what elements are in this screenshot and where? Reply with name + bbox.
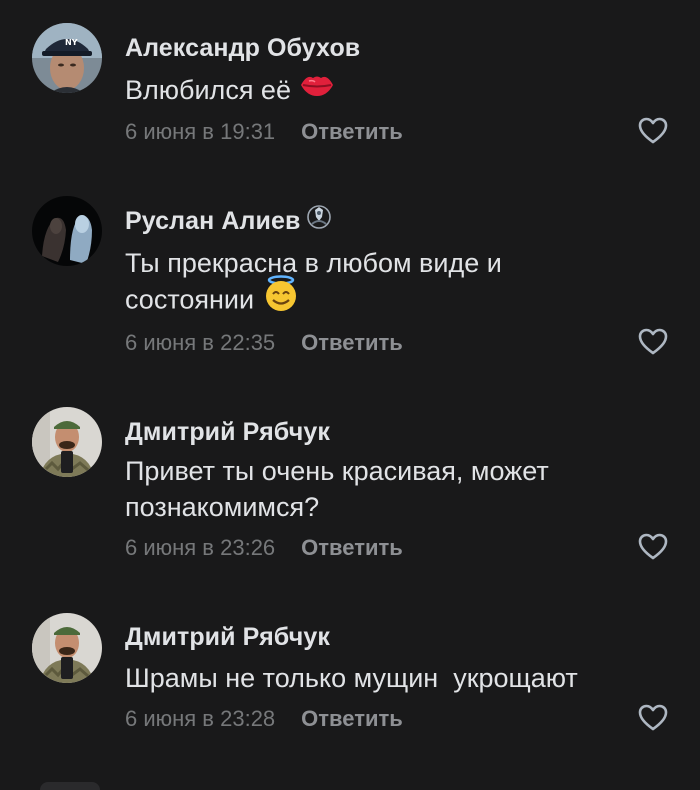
reply-button[interactable]: Ответить xyxy=(301,330,403,355)
smiling-face-with-halo-icon xyxy=(262,275,300,322)
donut-badge-icon xyxy=(306,204,332,237)
author-name[interactable]: Руслан Алиев xyxy=(125,207,300,235)
svg-text:NY: NY xyxy=(65,38,78,47)
lips-emoji-icon xyxy=(299,71,335,107)
comment-text-line: Привет ты очень красивая, может xyxy=(125,456,549,486)
comment-text-line: Шрамы не только мущин укрощают xyxy=(125,663,578,693)
avatar[interactable] xyxy=(32,407,102,477)
comment-author[interactable]: Дмитрий Рябчук xyxy=(125,623,330,652)
like-heart-icon[interactable] xyxy=(638,117,668,145)
comment-text-line-2: состоянии xyxy=(125,275,645,322)
comment-text: Влюбился её xyxy=(125,72,645,108)
comment-date: 6 июня в 23:28 xyxy=(125,706,276,731)
comment-date: 6 июня в 23:26 xyxy=(125,535,276,560)
comment-meta: 6 июня в 19:31 Ответить xyxy=(125,119,403,145)
avatar[interactable] xyxy=(32,196,102,266)
comment-text-fragment: состоянии xyxy=(125,284,255,315)
like-heart-icon[interactable] xyxy=(638,533,668,561)
comment-author: Руслан Алиев xyxy=(125,204,332,237)
comment-text-line: Ты прекрасна в любом виде и xyxy=(125,248,502,278)
comment-meta: 6 июня в 23:26 Ответить xyxy=(125,535,403,561)
comment-text-line: Влюбился её xyxy=(125,75,291,105)
comment-meta: 6 июня в 23:28 Ответить xyxy=(125,706,403,732)
comment-date: 6 июня в 19:31 xyxy=(125,119,276,144)
next-comment-avatar-partial xyxy=(40,782,100,790)
comment-author[interactable]: Александр Обухов xyxy=(125,34,360,63)
comment-text: Ты прекрасна в любом виде и состоянии xyxy=(125,245,645,322)
avatar[interactable]: NY xyxy=(32,23,102,93)
comment-author[interactable]: Дмитрий Рябчук xyxy=(125,418,330,447)
comment-text: Привет ты очень красивая, может познаком… xyxy=(125,453,645,525)
like-heart-icon[interactable] xyxy=(638,704,668,732)
reply-button[interactable]: Ответить xyxy=(301,535,403,560)
reply-button[interactable]: Ответить xyxy=(301,119,403,144)
reply-button[interactable]: Ответить xyxy=(301,706,403,731)
avatar[interactable] xyxy=(32,613,102,683)
comment-date: 6 июня в 22:35 xyxy=(125,330,276,355)
comment-text-line-2: познакомимся? xyxy=(125,492,320,522)
comment-meta: 6 июня в 22:35 Ответить xyxy=(125,330,403,356)
comment-text: Шрамы не только мущин укрощают xyxy=(125,660,645,696)
like-heart-icon[interactable] xyxy=(638,328,668,356)
